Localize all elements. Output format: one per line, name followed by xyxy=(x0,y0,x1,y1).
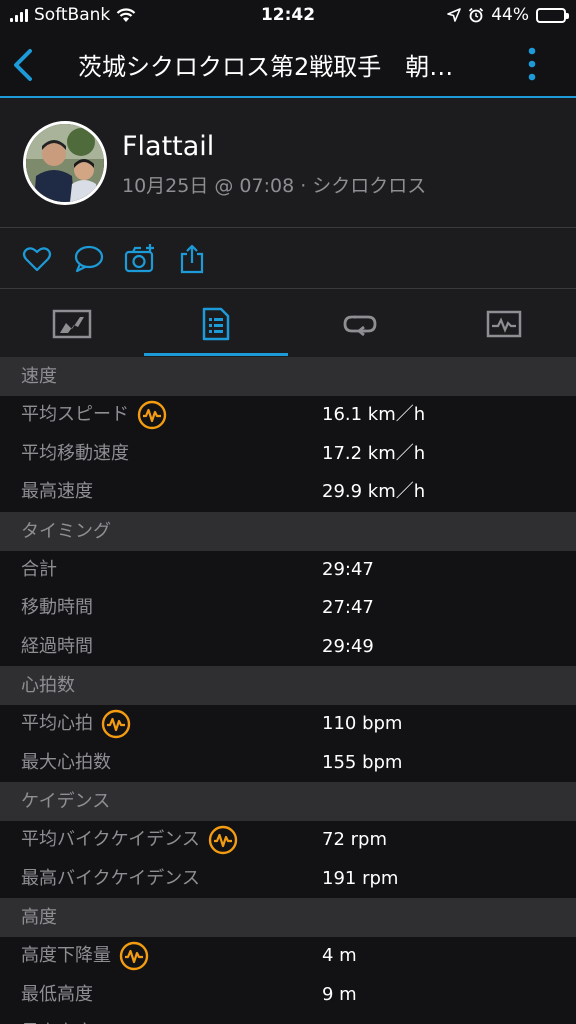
location-arrow-icon xyxy=(447,8,462,22)
stat-label-text: 平均バイクケイデンス xyxy=(21,829,200,850)
section-header: ケイデンス xyxy=(0,782,576,821)
tab-stats[interactable] xyxy=(144,290,288,357)
stat-value: 9 m xyxy=(322,983,357,1005)
camera-plus-icon[interactable] xyxy=(124,243,156,275)
stat-row: 平均心拍 110 bpm xyxy=(0,705,576,744)
share-icon[interactable] xyxy=(176,243,208,275)
stat-row: 移動時間 27:47 xyxy=(0,589,576,628)
stat-value: 16.1 km／h xyxy=(322,404,426,425)
section-header: タイミング xyxy=(0,511,576,551)
stat-value: 29:49 xyxy=(322,635,374,657)
status-right: 44% xyxy=(447,5,569,25)
stat-label: 平均スピード xyxy=(21,396,167,434)
avatar[interactable] xyxy=(23,121,107,205)
profile-header: Flattail 10月25日 @ 07:08 · シクロクロス xyxy=(0,100,576,228)
stat-label: 最高高度 xyxy=(21,1014,93,1024)
stats-list: 速度 平均スピード 16.1 km／h 平均移動速度 17.2 km／h 最高速度 29.… xyxy=(0,357,576,1024)
tab-bar xyxy=(0,290,576,357)
tab-overview[interactable] xyxy=(0,290,144,357)
stat-label: 合計 xyxy=(21,551,57,589)
stat-value: 27:47 xyxy=(322,597,374,618)
stat-label: 最高速度 xyxy=(21,473,93,511)
stat-row: 最高高度 14 m xyxy=(0,1014,576,1024)
action-bar xyxy=(0,229,576,289)
stat-label-text: 高度下降量 xyxy=(21,945,111,966)
more-vertical-icon[interactable] xyxy=(526,46,538,82)
connect-iq-badge-icon xyxy=(101,709,131,739)
stat-label: 経過時間 xyxy=(21,628,93,666)
connect-iq-badge-icon xyxy=(119,941,149,971)
stat-row: 経過時間 29:49 xyxy=(0,627,576,666)
connect-iq-badge-icon xyxy=(137,400,167,430)
tab-charts[interactable] xyxy=(432,290,576,357)
stat-label: 平均バイクケイデンス xyxy=(21,821,238,859)
comment-icon[interactable] xyxy=(73,243,105,275)
activity-meta: 10月25日 @ 07:08 · シクロクロス xyxy=(122,175,427,197)
course-map-icon xyxy=(52,309,92,338)
section-header: 心拍数 xyxy=(0,666,576,705)
stat-label-text: 最低高度 xyxy=(21,983,93,1005)
stat-label-text: 平均スピード xyxy=(21,404,129,425)
stat-row: 平均スピード 16.1 km／h xyxy=(0,396,576,435)
back-chevron-icon[interactable] xyxy=(10,48,38,82)
activity-title: 茨城シクロクロス第2戦取手 朝… xyxy=(78,53,454,81)
stat-row: 平均移動速度 17.2 km／h xyxy=(0,434,576,473)
battery-icon xyxy=(536,7,569,23)
stat-label-text: 合計 xyxy=(21,558,57,580)
stat-value: 72 rpm xyxy=(322,829,387,850)
stat-value: 4 m xyxy=(322,945,357,966)
status-bar: SoftBank 12:42 44% xyxy=(0,0,576,32)
stat-value: 29:47 xyxy=(322,558,374,580)
stat-label-text: 平均心拍 xyxy=(21,713,93,734)
stat-label: 平均移動速度 xyxy=(21,435,129,473)
stat-label-text: 最高速度 xyxy=(21,481,93,502)
section-header: 高度 xyxy=(0,898,576,937)
stat-row: 最高速度 29.9 km／h xyxy=(0,473,576,512)
stat-value: 110 bpm xyxy=(322,713,403,734)
stat-label: 最低高度 xyxy=(21,976,93,1014)
stat-row: 高度下降量 4 m xyxy=(0,937,576,976)
stat-value: 191 rpm xyxy=(322,867,399,889)
stat-label-text: 移動時間 xyxy=(21,597,93,618)
stat-label-text: 最高バイクケイデンス xyxy=(21,867,200,889)
stat-label-text: 平均移動速度 xyxy=(21,442,129,464)
stat-label-text: 最高高度 xyxy=(21,1014,93,1024)
alarm-icon xyxy=(469,7,484,23)
stat-label-text: 経過時間 xyxy=(21,635,93,657)
tab-laps[interactable] xyxy=(288,290,432,357)
stat-row: 最大心拍数 155 bpm xyxy=(0,743,576,782)
stat-label-text: 最大心拍数 xyxy=(21,751,111,773)
laps-loop-icon xyxy=(343,315,377,336)
stat-label: 最大心拍数 xyxy=(21,744,111,782)
stat-row: 最高バイクケイデンス 191 rpm xyxy=(0,859,576,898)
connect-iq-badge-icon xyxy=(208,825,238,855)
heart-icon[interactable] xyxy=(21,243,53,275)
nav-bar: 茨城シクロクロス第2戦取手 朝… xyxy=(0,32,576,98)
athlete-name[interactable]: Flattail xyxy=(122,131,214,162)
stat-value: 14 m xyxy=(322,1014,368,1024)
avatar-photo xyxy=(26,124,104,202)
stat-row: 最低高度 9 m xyxy=(0,975,576,1014)
stat-label: 移動時間 xyxy=(21,589,93,627)
stat-row: 平均バイクケイデンス 72 rpm xyxy=(0,821,576,860)
stat-label: 高度下降量 xyxy=(21,937,149,975)
stat-value: 155 bpm xyxy=(322,751,403,773)
chart-pulse-icon xyxy=(486,310,522,337)
section-header: 速度 xyxy=(0,357,576,396)
stat-value: 29.9 km／h xyxy=(322,481,426,502)
battery-percent: 44% xyxy=(491,5,529,25)
stats-document-icon xyxy=(202,307,230,340)
stat-label: 平均心拍 xyxy=(21,705,131,743)
stat-value: 17.2 km／h xyxy=(322,442,426,464)
stat-row: 合計 29:47 xyxy=(0,550,576,589)
stat-label: 最高バイクケイデンス xyxy=(21,860,200,898)
active-tab-indicator xyxy=(144,353,288,356)
